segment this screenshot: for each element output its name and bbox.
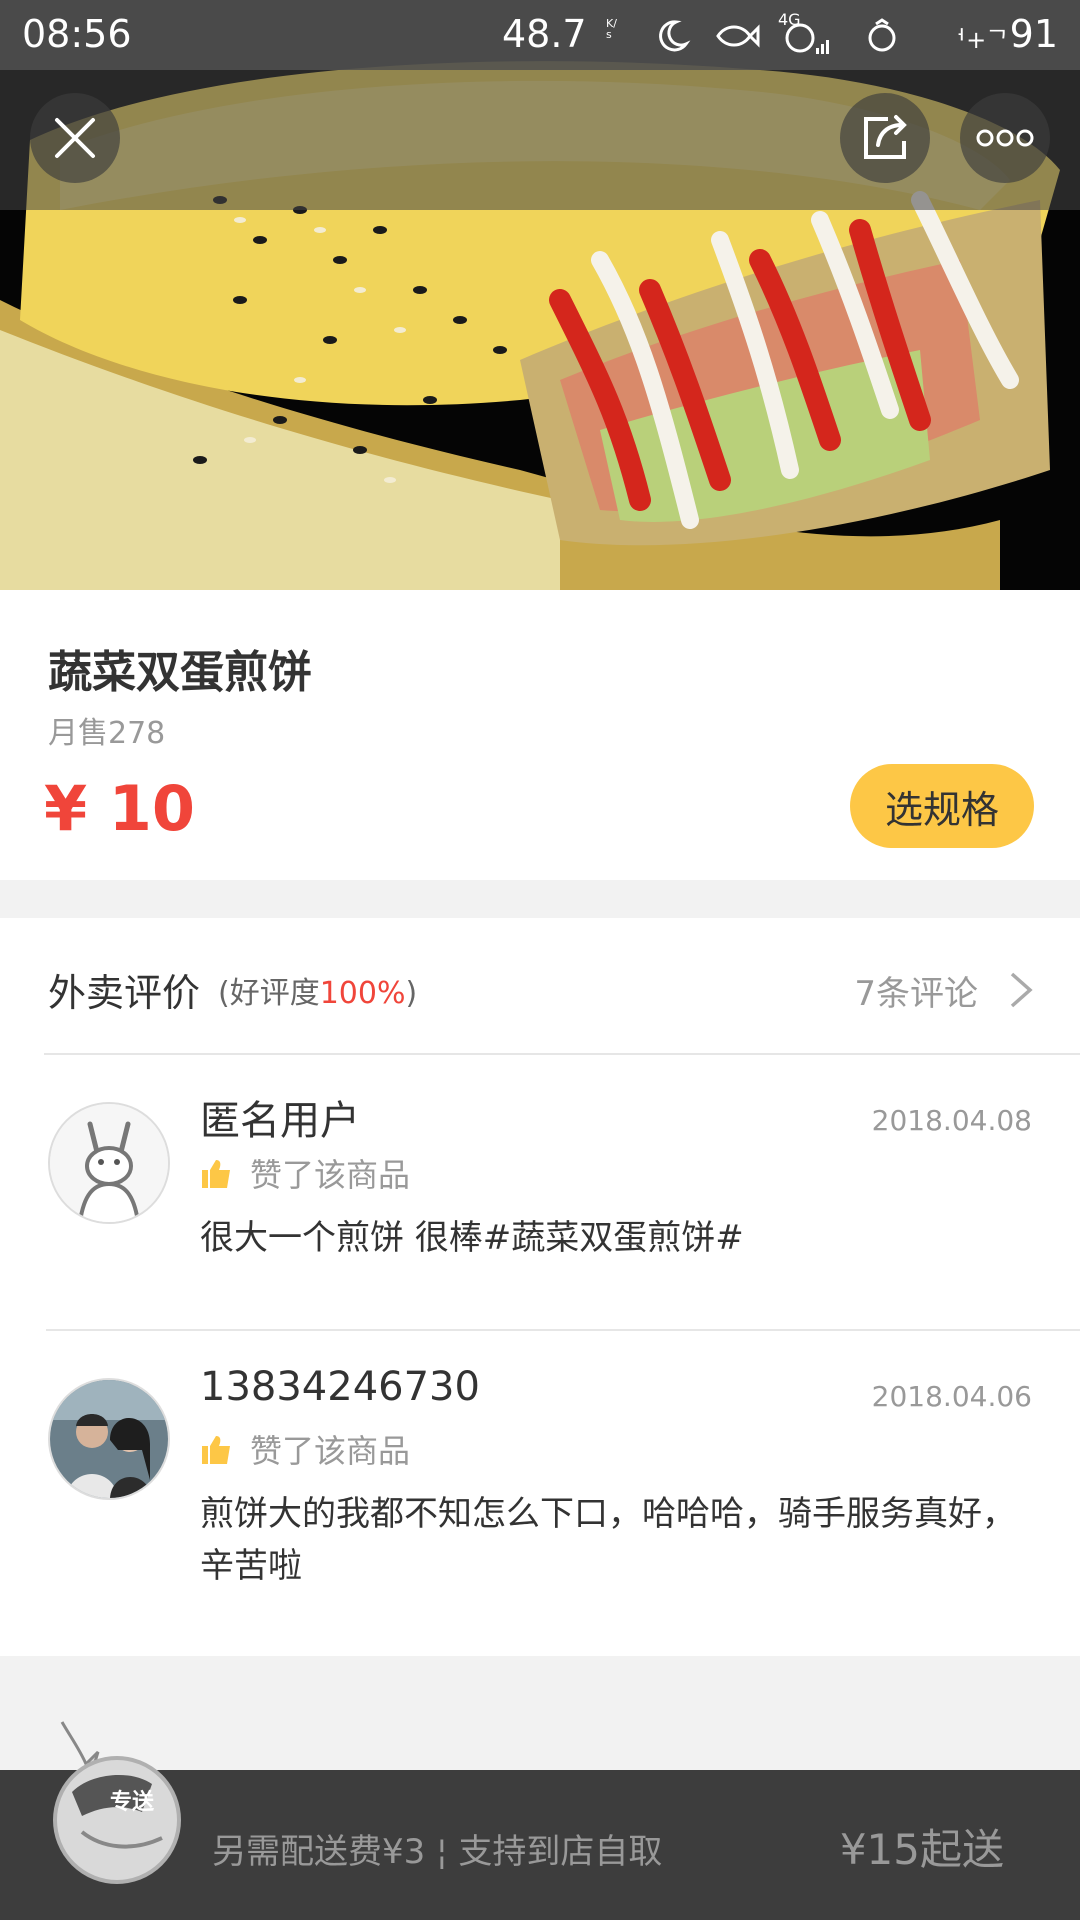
carrier-label: ᅥ+ᄀ	[944, 26, 1009, 54]
avatar	[48, 1102, 170, 1224]
mascot-badge: 专送	[110, 1790, 155, 1815]
product-info: 蔬菜双蛋煎饼 月售278 ¥ 10 选规格	[0, 590, 1080, 880]
review-date: 2018.04.08	[871, 1104, 1032, 1137]
close-button[interactable]	[30, 93, 120, 183]
thumbs-up-icon	[202, 1160, 230, 1188]
share-icon	[864, 115, 907, 159]
product-image	[0, 0, 1080, 590]
chevron-right-icon	[1010, 972, 1033, 1008]
reviews-header[interactable]: 外卖评价 (好评度100%) 7条评论	[0, 918, 1080, 1054]
reviews-section: 外卖评价 (好评度100%) 7条评论 匿名用户 2018.04.08 赞了该商…	[0, 918, 1080, 1656]
review-item: 匿名用户 2018.04.08 赞了该商品 很大一个煎饼 很棒#蔬菜双蛋煎饼#	[0, 1054, 1080, 1330]
review-text: 煎饼大的我都不知怎么下口，哈哈哈，骑手服务真好，辛苦啦	[200, 1494, 1016, 1586]
battery-level: 91	[1009, 12, 1058, 56]
status-time: 08:56	[22, 12, 132, 56]
kangaroo-mascot-icon	[53, 1721, 181, 1884]
liked-text: 赞了该商品	[250, 1156, 411, 1194]
liked-label: 赞了该商品	[200, 1150, 410, 1196]
review-item: 13834246730 2018.04.06 赞了该商品 煎饼大的我都不知怎么下…	[0, 1330, 1080, 1656]
delivery-mascot: 专送	[22, 1712, 192, 1892]
alarm-icon	[868, 18, 896, 52]
avatar	[48, 1378, 170, 1500]
thumbs-up-icon	[202, 1436, 230, 1464]
rating-summary: (好评度100%)	[218, 968, 417, 1012]
share-button[interactable]	[840, 93, 930, 183]
product-name: 蔬菜双蛋煎饼	[48, 647, 312, 698]
reviewer-name: 13834246730	[200, 1364, 480, 1410]
moon-icon	[659, 20, 691, 52]
min-order-button[interactable]: ¥15起送	[840, 1816, 1004, 1877]
select-spec-button[interactable]: 选规格	[850, 764, 1034, 848]
delivery-info: 另需配送费¥3 ¦ 支持到店自取	[212, 1832, 663, 1872]
rating-prefix: (好评度	[218, 976, 320, 1011]
fish-icon	[716, 24, 760, 48]
liked-label: 赞了该商品	[200, 1426, 410, 1472]
network-speed-unit: K/s	[606, 17, 617, 41]
more-icon	[976, 129, 1034, 147]
signal-4g-icon: 4G	[778, 10, 834, 60]
reviews-count: 7条评论	[854, 974, 978, 1014]
monthly-sales: 月售278	[48, 716, 166, 751]
close-icon	[55, 118, 95, 158]
product-price: ¥ 10	[44, 772, 196, 845]
user-photo-avatar-icon	[50, 1380, 168, 1498]
more-button[interactable]	[960, 93, 1050, 183]
reviewer-name: 匿名用户	[200, 1098, 360, 1144]
network-speed: 48.7	[502, 12, 587, 56]
review-text: 很大一个煎饼 很棒#蔬菜双蛋煎饼#	[200, 1218, 744, 1258]
rating-value: 100%	[319, 976, 406, 1011]
status-bar: 08:56 48.7 K/s 4G ᅥ+ᄀ 91	[0, 0, 1080, 70]
kangaroo-avatar-icon	[50, 1104, 168, 1222]
review-date: 2018.04.06	[871, 1380, 1032, 1413]
reviews-title: 外卖评价	[48, 971, 201, 1015]
rating-suffix: )	[405, 976, 418, 1011]
liked-text: 赞了该商品	[250, 1432, 411, 1470]
